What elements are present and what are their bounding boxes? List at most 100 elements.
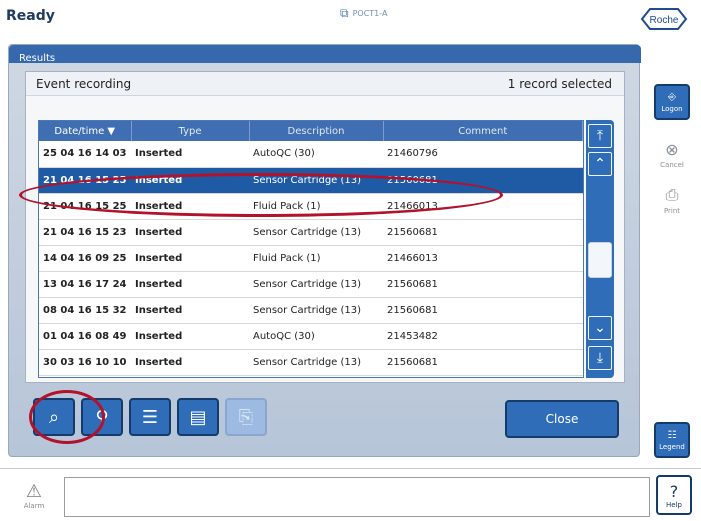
legend-icon: ☷ <box>667 429 677 441</box>
chevron-double-up-icon: ⤒ <box>596 128 604 144</box>
binoculars-icon: ⚲ <box>95 406 109 428</box>
help-button[interactable]: ? Help <box>656 475 692 515</box>
grid-icon: ▤ <box>189 406 207 428</box>
export-button: ⎘ <box>225 398 267 436</box>
table-row[interactable]: 25 04 16 14 03 Inserted AutoQC (30) 2146079… <box>39 141 583 168</box>
brand-text: Roche <box>650 15 679 26</box>
bottom-bar: ⚠ Alarm ? Help <box>0 468 701 521</box>
cell-datetime: 13 04 16 17 24 <box>39 271 131 298</box>
right-rail: ⎆ Logon ⊗ Cancel ⎙ Print ☷ Legend <box>648 44 696 458</box>
cell-datetime: 21 04 16 15 25 <box>39 193 131 220</box>
search-button[interactable]: ⚲ <box>81 398 123 436</box>
cell-description: Sensor Cartridge (13) <box>249 167 383 194</box>
printer-icon: ⎙ <box>665 185 679 204</box>
table-row[interactable]: 30 03 16 10 10 Inserted Sensor Cartridge (… <box>39 349 583 376</box>
chevron-up-icon: ⌃ <box>594 156 606 172</box>
table-row[interactable]: 21 04 16 15 25 Inserted Sensor Cartridge (… <box>39 167 583 194</box>
filter-button[interactable]: ☰ <box>129 398 171 436</box>
cell-type: Inserted <box>131 323 249 350</box>
network-status: ⧉ POCT1-A <box>340 6 387 21</box>
cell-description: Sensor Cartridge (13) <box>249 297 383 324</box>
cell-type: Inserted <box>131 167 249 194</box>
column-header-datetime[interactable]: Date/time ▼ <box>39 121 132 141</box>
results-toolbar: ⌕ ⚲ ☰ ▤ ⎘ Close <box>27 398 627 444</box>
logon-label: Logon <box>661 104 683 113</box>
device-status: Ready <box>6 8 55 24</box>
print-button: ⎙ Print <box>652 180 692 220</box>
magnifier-icon: ⌕ <box>48 406 60 428</box>
details-button[interactable]: ⌕ <box>33 398 75 436</box>
event-table: Date/time ▼ Type Description Comment 25 … <box>38 120 584 378</box>
table-row[interactable]: 08 04 16 15 32 Inserted Sensor Cartridge (… <box>39 297 583 324</box>
list-icon: ☰ <box>141 406 159 428</box>
select-all-button[interactable]: ▤ <box>177 398 219 436</box>
alarm-label: Alarm <box>23 501 45 510</box>
cell-description: Fluid Pack (1) <box>249 245 383 272</box>
top-status-bar: Ready ⧉ POCT1-A Roche <box>0 0 701 36</box>
cell-type: Inserted <box>131 193 249 220</box>
print-label: Print <box>663 207 681 215</box>
table-row[interactable]: 13 04 16 17 24 Inserted Sensor Cartridge (… <box>39 271 583 298</box>
cell-datetime: 08 04 16 15 32 <box>39 297 131 324</box>
cell-datetime: 14 04 16 09 25 <box>39 245 131 272</box>
cell-comment: 21466013 <box>383 245 583 272</box>
alarm-button[interactable]: ⚠ Alarm <box>18 479 50 511</box>
logon-icon: ⎆ <box>668 91 676 103</box>
cell-datetime: 01 04 16 08 49 <box>39 323 131 350</box>
cell-type: Inserted <box>131 349 249 376</box>
selection-count: 1 record selected <box>507 77 612 91</box>
cell-comment: 21560681 <box>383 219 583 246</box>
cancel-button: ⊗ Cancel <box>652 134 692 174</box>
cancel-label: Cancel <box>660 160 684 169</box>
table-row[interactable]: 21 04 16 15 23 Inserted Sensor Cartridge (… <box>39 219 583 246</box>
column-header-type[interactable]: Type <box>131 121 250 141</box>
chevron-double-down-icon: ⤓ <box>596 350 604 366</box>
logon-button[interactable]: ⎆ Logon <box>654 84 690 120</box>
alarm-icon: ⚠ <box>25 480 43 502</box>
scroll-bottom-button[interactable]: ⤓ <box>588 346 612 370</box>
cell-datetime: 25 04 16 14 03 <box>39 141 131 168</box>
cell-type: Inserted <box>131 245 249 272</box>
scroll-thumb[interactable] <box>588 242 612 278</box>
message-box <box>64 477 650 517</box>
cell-comment: 21560681 <box>383 349 583 376</box>
dialog-titlebar <box>9 45 641 63</box>
results-dialog: Results Event recording 1 record selecte… <box>8 44 641 457</box>
table-body: 25 04 16 14 03 Inserted AutoQC (30) 2146079… <box>39 141 583 376</box>
cell-description: AutoQC (30) <box>249 141 383 168</box>
scroll-down-button[interactable]: ⌄ <box>588 316 612 340</box>
cell-comment: 21560681 <box>383 271 583 298</box>
network-icon: ⧉ <box>340 6 349 20</box>
table-scrollbar[interactable]: ⤒ ⌃ ⌄ ⤓ <box>586 120 614 378</box>
scroll-top-button[interactable]: ⤒ <box>588 124 612 148</box>
legend-label: Legend <box>659 442 685 451</box>
column-header-description[interactable]: Description <box>249 121 384 141</box>
table-row[interactable]: 21 04 16 15 25 Inserted Fluid Pack (1) 2146… <box>39 193 583 220</box>
legend-button[interactable]: ☷ Legend <box>654 422 690 458</box>
cell-description: Sensor Cartridge (13) <box>249 219 383 246</box>
column-header-comment[interactable]: Comment <box>383 121 583 141</box>
cell-datetime: 21 04 16 15 23 <box>39 219 131 246</box>
roche-logo: Roche <box>640 8 688 30</box>
cell-datetime: 21 04 16 15 25 <box>39 167 131 194</box>
panel-header: Event recording 1 record selected <box>26 72 624 96</box>
cell-type: Inserted <box>131 141 249 168</box>
cell-type: Inserted <box>131 297 249 324</box>
cell-description: Sensor Cartridge (13) <box>249 349 383 376</box>
cell-comment: 21560681 <box>383 297 583 324</box>
chevron-down-icon: ⌄ <box>594 320 606 336</box>
cell-datetime: 30 03 16 10 10 <box>39 349 131 376</box>
cell-description: AutoQC (30) <box>249 323 383 350</box>
network-label: POCT1-A <box>352 9 388 18</box>
cancel-icon: ⊗ <box>665 139 679 159</box>
table-row[interactable]: 01 04 16 08 49 Inserted AutoQC (30) 2145348… <box>39 323 583 350</box>
export-icon: ⎘ <box>238 406 254 428</box>
cell-description: Fluid Pack (1) <box>249 193 383 220</box>
help-label: Help <box>666 500 682 509</box>
close-button[interactable]: Close <box>505 400 619 438</box>
scroll-up-button[interactable]: ⌃ <box>588 152 612 176</box>
panel-title: Event recording <box>36 77 132 91</box>
cell-comment: 21460796 <box>383 141 583 168</box>
table-row[interactable]: 14 04 16 09 25 Inserted Fluid Pack (1) 2146… <box>39 245 583 272</box>
cell-description: Sensor Cartridge (13) <box>249 271 383 298</box>
